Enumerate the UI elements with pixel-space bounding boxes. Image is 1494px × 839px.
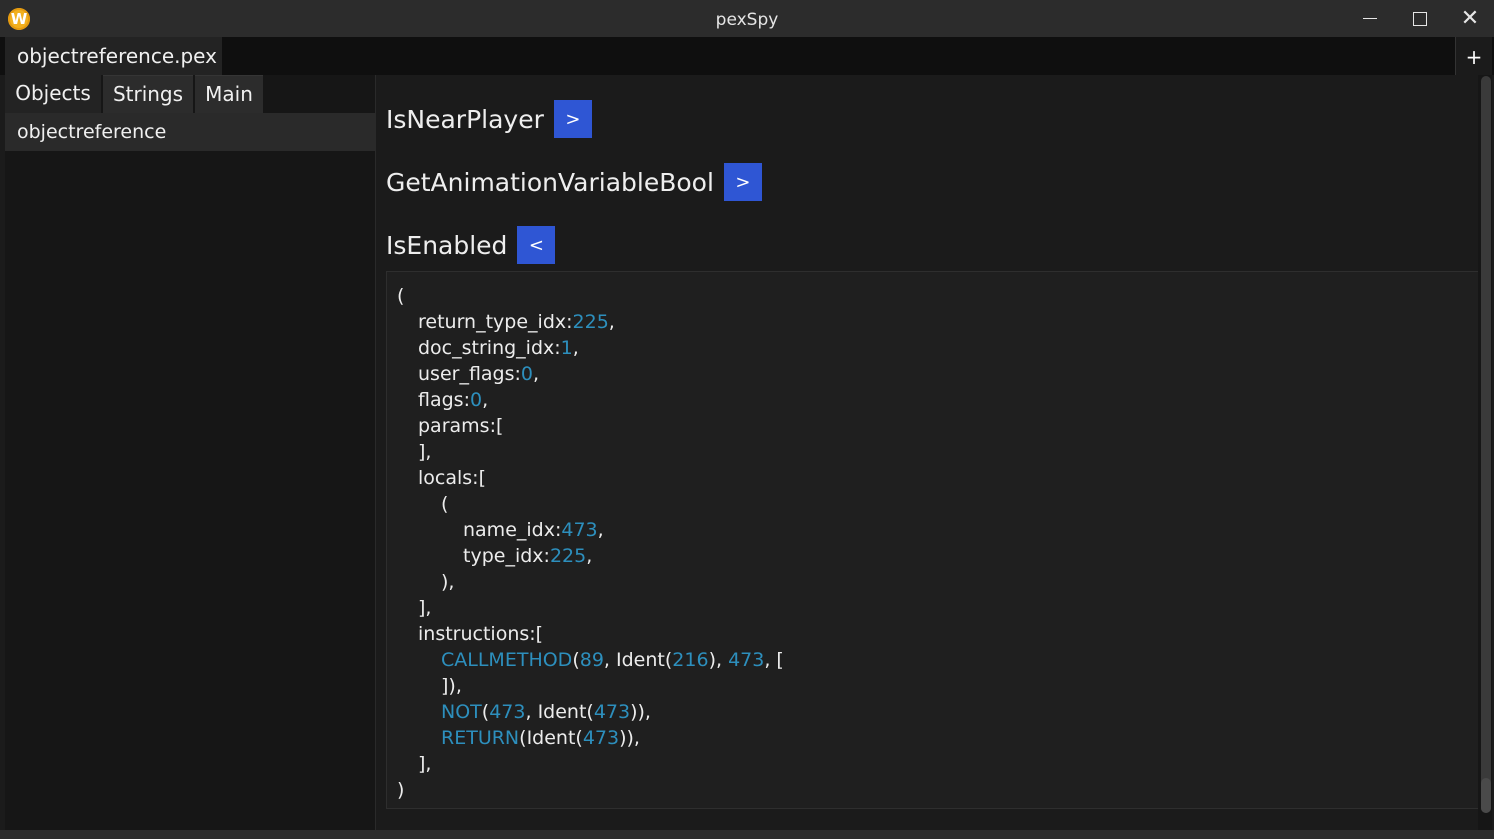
window-bottom-edge: [0, 830, 1494, 839]
sidebar-panel: Objects Strings Main objectreference: [5, 75, 376, 830]
code-key: return_type_idx:: [418, 311, 573, 333]
code-line: ),: [441, 569, 454, 595]
maximize-button[interactable]: [1395, 0, 1445, 37]
code-line: ],: [418, 751, 431, 777]
code-line: name_idx:473,: [463, 519, 604, 541]
code-text: ]),: [441, 675, 462, 697]
close-icon: ✕: [1460, 5, 1480, 31]
code-line: type_idx:225,: [463, 545, 593, 567]
code-line: CALLMETHOD(89, Ident(216), 473, [: [441, 649, 784, 671]
window-title: pexSpy: [715, 10, 779, 30]
expand-button[interactable]: >: [723, 163, 762, 201]
code-key: name_idx:: [463, 519, 562, 541]
scrollbar-track-fill: [1481, 76, 1491, 813]
function-name: GetAnimationVariableBool: [386, 167, 714, 197]
code-text: params:[: [418, 415, 504, 437]
minimize-button[interactable]: [1345, 0, 1395, 37]
code-number: 216: [672, 649, 709, 671]
expand-button[interactable]: >: [553, 100, 592, 138]
code-line: user_flags:0,: [418, 363, 540, 385]
code-text: Ident: [616, 649, 665, 671]
code-line: RETURN(Ident(473)),: [441, 727, 640, 749]
code-text: locals:[: [418, 467, 486, 489]
code-number: 1: [560, 337, 573, 359]
code-text: ),: [441, 571, 455, 593]
code-opcode: RETURN: [441, 727, 520, 749]
code-line: ],: [418, 595, 431, 621]
code-opcode: CALLMETHOD: [441, 649, 573, 671]
function-view: IsNearPlayer > GetAnimationVariableBool …: [376, 75, 1478, 830]
code-number: 473: [561, 519, 598, 541]
code-line: instructions:[: [418, 621, 543, 647]
code-line: locals:[: [418, 465, 486, 491]
code-text: (: [441, 493, 449, 515]
code-text: ],: [418, 441, 432, 463]
code-key: type_idx:: [463, 545, 550, 567]
function-row-isenabled: IsEnabled <: [386, 225, 556, 265]
title-bar[interactable]: W pexSpy ✕: [0, 0, 1494, 37]
file-tab-bar: objectreference.pex +: [0, 37, 1494, 75]
code-line: (: [441, 491, 448, 517]
code-number: 473: [489, 701, 526, 723]
code-text: (: [397, 285, 405, 307]
code-number: 89: [579, 649, 604, 671]
code-number: 473: [582, 727, 620, 749]
tab-main[interactable]: Main: [195, 75, 263, 114]
code-line: ]),: [441, 673, 462, 699]
code-line: return_type_idx:225,: [418, 311, 615, 333]
code-line: params:[: [418, 413, 503, 439]
code-text: Ident: [526, 727, 576, 749]
code-text: Ident: [537, 701, 587, 723]
code-text: ],: [418, 597, 432, 619]
app-window: W pexSpy ✕ objectreference.pex + Objects…: [0, 0, 1494, 839]
code-text: instructions:[: [418, 623, 544, 645]
code-number: 0: [469, 389, 483, 411]
code-number: 0: [520, 363, 534, 385]
collapse-button[interactable]: <: [517, 226, 556, 264]
code-line: (: [397, 283, 404, 309]
add-tab-button[interactable]: +: [1455, 37, 1492, 75]
code-key: doc_string_idx:: [418, 337, 561, 359]
file-tab-objectreference[interactable]: objectreference.pex: [5, 37, 222, 75]
sidebar-tabs: Objects Strings Main: [5, 75, 375, 114]
maximize-icon: [1413, 11, 1427, 26]
tab-strings[interactable]: Strings: [103, 75, 193, 114]
code-line: ): [397, 777, 404, 803]
code-number: 225: [549, 545, 587, 567]
code-line: ],: [418, 439, 431, 465]
code-number: 473: [728, 649, 765, 671]
scrollbar-thumb[interactable]: [1481, 778, 1491, 813]
code-opcode: NOT: [441, 701, 482, 723]
list-item-objectreference[interactable]: objectreference: [5, 113, 375, 151]
function-name: IsEnabled: [386, 230, 508, 260]
minimize-icon: [1363, 18, 1377, 19]
code-text: ): [397, 779, 405, 801]
function-row-getanimationvariablebool: GetAnimationVariableBool >: [386, 162, 762, 202]
code-key: user_flags:: [418, 363, 521, 385]
code-line: NOT(473, Ident(473)),: [441, 701, 651, 723]
code-text: ],: [418, 753, 432, 775]
code-line: flags:0,: [418, 389, 489, 411]
close-button[interactable]: ✕: [1445, 0, 1494, 37]
code-number: 473: [593, 701, 631, 723]
tab-objects[interactable]: Objects: [5, 75, 101, 113]
function-name: IsNearPlayer: [386, 104, 544, 134]
code-line: doc_string_idx:1,: [418, 337, 579, 359]
code-view[interactable]: ( return_type_idx:225, doc_string_idx:1,…: [386, 271, 1478, 809]
code-key: flags:: [418, 389, 470, 411]
function-row-isnearplayer: IsNearPlayer >: [386, 99, 592, 139]
code-number: 225: [572, 311, 609, 333]
